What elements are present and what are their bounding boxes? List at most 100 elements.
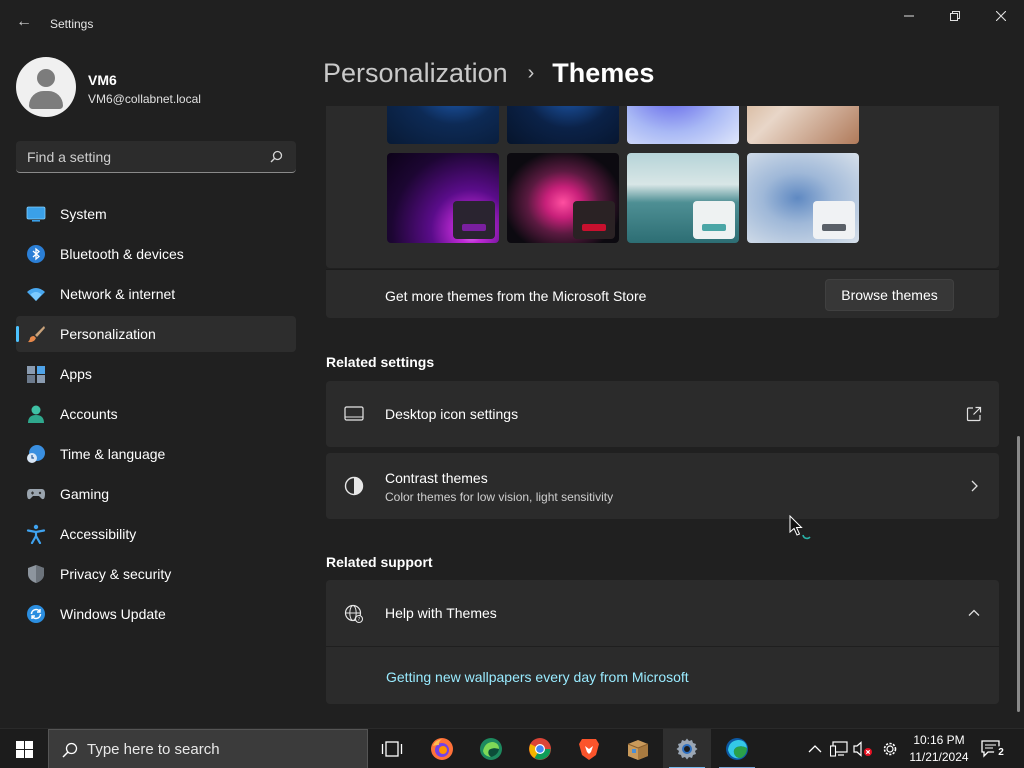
- chrome-icon: [529, 738, 551, 760]
- app-title: Settings: [50, 17, 94, 31]
- show-hidden-icons-button[interactable]: [805, 739, 825, 759]
- sidebar-item-time-language[interactable]: Time & language: [16, 436, 296, 472]
- taskbar-clock[interactable]: 10:16 PM 11/21/2024: [906, 732, 972, 766]
- sidebar-item-label: Gaming: [60, 486, 110, 502]
- sidebar-item-system[interactable]: System: [16, 196, 296, 232]
- theme-thumbnail[interactable]: [747, 106, 859, 144]
- back-button[interactable]: ←: [12, 10, 36, 34]
- windows-logo-icon: [15, 740, 33, 758]
- system-icon: [26, 206, 46, 222]
- setting-subtitle: Color themes for low vision, light sensi…: [385, 490, 614, 504]
- minimize-button[interactable]: [886, 0, 932, 32]
- scrollbar[interactable]: [1017, 436, 1020, 712]
- help-with-themes-header[interactable]: ? Help with Themes: [326, 580, 999, 646]
- chevron-right-icon: [971, 480, 978, 492]
- sidebar-item-privacy[interactable]: Privacy & security: [16, 556, 296, 592]
- close-button[interactable]: [978, 0, 1024, 32]
- theme-thumbnail[interactable]: [387, 153, 499, 243]
- brave-taskbar-button[interactable]: [565, 729, 613, 768]
- edge-taskbar-button[interactable]: [713, 729, 761, 768]
- busy-cursor-icon: [789, 515, 811, 540]
- sidebar-item-label: Time & language: [60, 446, 166, 462]
- taskbar: 10:16 PM 11/21/2024 2: [0, 728, 1024, 768]
- breadcrumb: Personalization › Themes: [323, 58, 654, 89]
- contrast-icon: [344, 476, 364, 496]
- sidebar-item-label: Accessibility: [60, 526, 137, 542]
- svg-text:?: ?: [358, 617, 361, 623]
- chrome-taskbar-button[interactable]: [516, 729, 564, 768]
- theme-thumbnail[interactable]: [627, 106, 739, 144]
- theme-thumbnail[interactable]: [507, 106, 619, 144]
- sidebar-item-gaming[interactable]: Gaming: [16, 476, 296, 512]
- wallpapers-help-link[interactable]: Getting new wallpapers every day from Mi…: [386, 669, 689, 685]
- setting-title: Contrast themes: [385, 470, 488, 486]
- sidebar-item-personalization[interactable]: Personalization: [16, 316, 296, 352]
- desktop-icon-settings-row[interactable]: Desktop icon settings: [326, 381, 999, 447]
- restore-icon: [950, 11, 960, 21]
- sidebar-item-label: Bluetooth & devices: [60, 246, 184, 262]
- related-settings-title: Related settings: [326, 354, 435, 370]
- accessibility-icon: [26, 524, 46, 544]
- package-taskbar-button[interactable]: [614, 729, 662, 768]
- setting-title: Desktop icon settings: [385, 406, 519, 422]
- settings-icon: [676, 738, 698, 760]
- package-icon: [627, 740, 649, 760]
- microsoft-store-themes-row: Get more themes from the Microsoft Store…: [326, 269, 999, 318]
- search-icon: [62, 742, 78, 758]
- browse-themes-button[interactable]: Browse themes: [825, 279, 954, 311]
- taskbar-search: [48, 729, 368, 768]
- notification-center-button[interactable]: 2: [980, 739, 1008, 761]
- page-title: Themes: [552, 58, 655, 88]
- shield-icon: [28, 565, 44, 583]
- contrast-themes-row[interactable]: Contrast themes Color themes for low vis…: [326, 453, 999, 519]
- sidebar-item-apps[interactable]: Apps: [16, 356, 296, 392]
- sidebar-item-label: Personalization: [60, 326, 156, 342]
- profile-name: VM6: [88, 72, 117, 88]
- accounts-icon: [28, 405, 44, 423]
- task-view-icon: [381, 741, 403, 757]
- sidebar-item-windows-update[interactable]: Windows Update: [16, 596, 296, 632]
- gear-icon: [883, 742, 897, 756]
- start-button[interactable]: [0, 729, 48, 768]
- task-view-button[interactable]: [368, 729, 416, 768]
- sidebar-item-bluetooth[interactable]: Bluetooth & devices: [16, 236, 296, 272]
- theme-thumbnail[interactable]: [627, 153, 739, 243]
- network-tray-button[interactable]: [829, 739, 849, 759]
- volume-muted-icon: [853, 741, 872, 757]
- theme-thumbnail[interactable]: [747, 153, 859, 243]
- profile-email: VM6@collabnet.local: [88, 92, 201, 106]
- globe-icon: ?: [344, 604, 364, 624]
- sidebar-item-network[interactable]: Network & internet: [16, 276, 296, 312]
- volume-tray-button[interactable]: [853, 739, 873, 759]
- accent-swatch: [702, 224, 726, 231]
- sidebar-item-accounts[interactable]: Accounts: [16, 396, 296, 432]
- sidebar-item-accessibility[interactable]: Accessibility: [16, 516, 296, 552]
- search-icon[interactable]: [268, 149, 284, 165]
- sidebar-item-label: Apps: [60, 366, 92, 382]
- accent-swatch: [822, 224, 846, 231]
- gamepad-icon: [27, 489, 45, 500]
- maximize-button[interactable]: [932, 0, 978, 32]
- notification-count-badge: 2: [994, 746, 1008, 760]
- title-bar: ← Settings: [0, 0, 1024, 40]
- sidebar-item-label: System: [60, 206, 107, 222]
- edge-dev-taskbar-button[interactable]: [467, 729, 515, 768]
- settings-tray-button[interactable]: [880, 739, 900, 759]
- clock-time: 10:16 PM: [913, 733, 965, 747]
- settings-taskbar-button[interactable]: [663, 729, 711, 768]
- theme-thumbnail[interactable]: [507, 153, 619, 243]
- time-language-icon: [27, 445, 45, 463]
- taskbar-search-input[interactable]: [87, 730, 357, 768]
- search-input[interactable]: [16, 141, 256, 172]
- breadcrumb-separator: ›: [527, 62, 535, 84]
- divider: [326, 646, 999, 647]
- brush-icon: [28, 326, 45, 343]
- theme-thumbnail[interactable]: [387, 106, 499, 144]
- brave-icon: [579, 739, 599, 760]
- apps-icon: [27, 366, 45, 383]
- breadcrumb-parent[interactable]: Personalization: [323, 58, 508, 89]
- firefox-taskbar-button[interactable]: [418, 729, 466, 768]
- bluetooth-icon: [27, 245, 45, 263]
- themes-grid-card: [326, 106, 999, 268]
- main-content: Get more themes from the Microsoft Store…: [326, 106, 1000, 706]
